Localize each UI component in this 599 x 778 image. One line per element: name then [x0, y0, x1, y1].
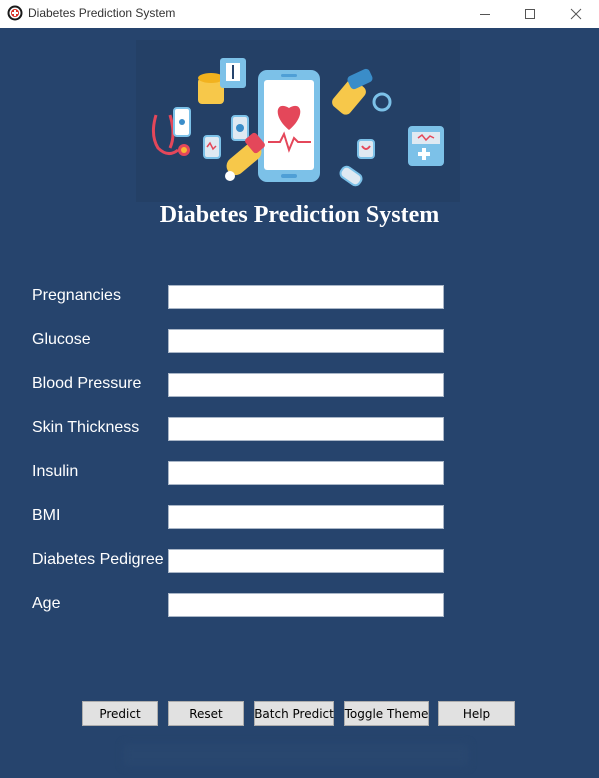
glucose-label: Glucose [32, 331, 91, 348]
reset-button[interactable]: Reset [168, 701, 244, 726]
page-title: Diabetes Prediction System [159, 202, 440, 228]
app-icon [7, 5, 23, 21]
result-area [124, 744, 468, 766]
form-row-skin-thickness: Skin Thickness [0, 417, 599, 441]
form-row-glucose: Glucose [0, 329, 599, 353]
form-row-pregnancies: Pregnancies [0, 285, 599, 309]
blood-pressure-label: Blood Pressure [32, 375, 142, 392]
pregnancies-input[interactable] [168, 285, 444, 309]
maximize-button[interactable] [507, 0, 553, 28]
pregnancies-label: Pregnancies [32, 287, 121, 304]
skin-thickness-input[interactable] [168, 417, 444, 441]
health-banner-image [136, 40, 460, 202]
age-label: Age [32, 595, 61, 612]
batch-predict-button[interactable]: Batch Predict [254, 701, 334, 726]
glucose-input[interactable] [168, 329, 444, 353]
bmi-label: BMI [32, 507, 61, 524]
medicine-box-icon [408, 126, 444, 166]
insulin-input[interactable] [168, 461, 444, 485]
form-row-age: Age [0, 593, 599, 617]
smartphone-icon [173, 107, 191, 137]
insulin-label: Insulin [32, 463, 79, 480]
toggle-theme-button[interactable]: Toggle Theme [344, 701, 429, 726]
diabetes-pedigree-label: Diabetes Pedigree [32, 551, 164, 568]
help-button[interactable]: Help [438, 701, 515, 726]
close-button[interactable] [553, 0, 599, 28]
glucose-meter-icon [198, 58, 246, 104]
main-window: Diabetes Prediction System Pregnancies G… [0, 28, 599, 778]
window-title: Diabetes Prediction System [28, 6, 176, 20]
minimize-icon [480, 14, 490, 15]
bmi-input[interactable] [168, 505, 444, 529]
blood-pressure-input[interactable] [168, 373, 444, 397]
maximize-icon [525, 9, 535, 19]
minimize-button[interactable] [462, 0, 508, 28]
fitness-band-icon [332, 68, 392, 187]
diabetes-pedigree-input[interactable] [168, 549, 444, 573]
predict-button[interactable]: Predict [82, 701, 158, 726]
close-icon [570, 8, 582, 20]
form-row-diabetes-pedigree: Diabetes Pedigree [0, 549, 599, 573]
skin-thickness-label: Skin Thickness [32, 419, 140, 436]
window-titlebar: Diabetes Prediction System [0, 0, 599, 28]
form-row-blood-pressure: Blood Pressure [0, 373, 599, 397]
form-row-bmi: BMI [0, 505, 599, 529]
age-input[interactable] [168, 593, 444, 617]
form-row-insulin: Insulin [0, 461, 599, 485]
